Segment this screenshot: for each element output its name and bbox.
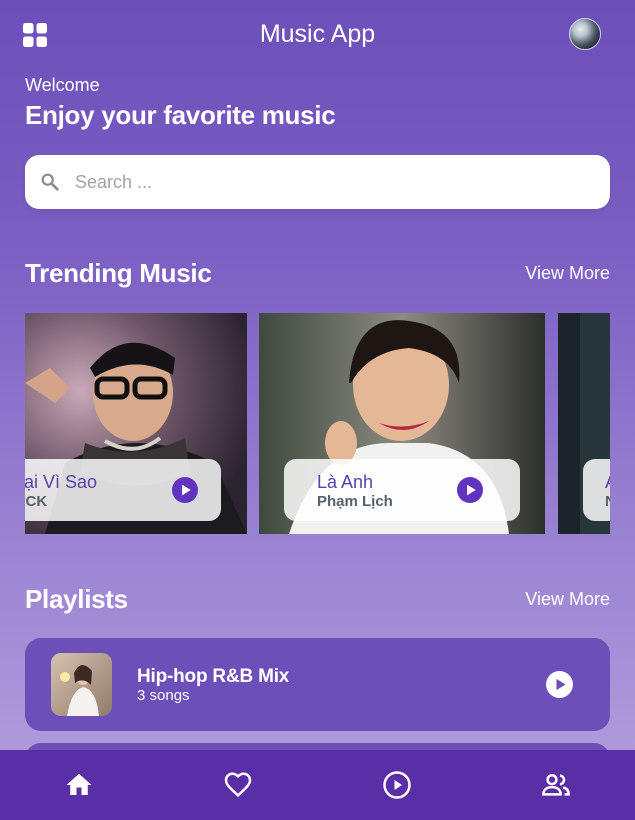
artist-name: Phạm Lịch xyxy=(317,493,393,510)
song-title: Tại Vì Sao xyxy=(25,472,98,492)
play-circle-icon[interactable] xyxy=(457,477,483,503)
nav-home[interactable] xyxy=(39,750,119,820)
trending-carousel[interactable]: Tại Vì Sao MCK Là A xyxy=(25,313,610,534)
bottom-nav xyxy=(0,750,635,820)
playlist-song-count: 3 songs xyxy=(137,687,190,704)
page-subtitle: Enjoy your favorite music xyxy=(25,100,336,130)
people-icon xyxy=(542,773,570,796)
trending-card[interactable]: Tại Vì Sao MCK xyxy=(25,313,247,534)
nav-people[interactable] xyxy=(516,750,596,820)
welcome-text: Welcome xyxy=(25,75,100,95)
playlist-name: Hip-hop R&B Mix xyxy=(137,666,290,687)
song-info-panel: Là Anh Phạm Lịch xyxy=(284,459,520,521)
search-input[interactable] xyxy=(75,155,595,209)
trending-card[interactable]: A N xyxy=(558,313,610,534)
app-title: Music App xyxy=(259,20,376,48)
play-circle-icon[interactable] xyxy=(172,477,198,503)
song-info-panel: A N xyxy=(583,459,610,521)
play-circle-icon[interactable] xyxy=(546,671,573,698)
playlists-view-more-link[interactable]: View More xyxy=(525,589,610,610)
artist-name: N xyxy=(605,493,610,510)
nav-player[interactable] xyxy=(357,750,437,820)
song-title: Là Anh xyxy=(317,472,374,492)
playlist-cover xyxy=(51,653,112,716)
playlist-item[interactable]: Hip-hop R&B Mix 3 songs xyxy=(25,638,610,731)
home-icon xyxy=(66,773,92,795)
trending-view-more-link[interactable]: View More xyxy=(525,263,610,284)
song-info-panel: Tại Vì Sao MCK xyxy=(25,459,221,521)
playlists-title: Playlists xyxy=(25,584,128,614)
trending-card[interactable]: Là Anh Phạm Lịch xyxy=(259,313,545,534)
search-icon xyxy=(41,173,59,191)
search-bar xyxy=(25,155,610,209)
nav-favorites[interactable] xyxy=(198,750,278,820)
heart-icon xyxy=(224,772,252,798)
song-title: A xyxy=(605,472,610,493)
avatar[interactable] xyxy=(569,18,601,50)
trending-title: Trending Music xyxy=(25,258,212,288)
artist-name: MCK xyxy=(25,493,48,510)
top-bar: Music App xyxy=(0,0,635,72)
play-circle-icon xyxy=(383,771,411,799)
